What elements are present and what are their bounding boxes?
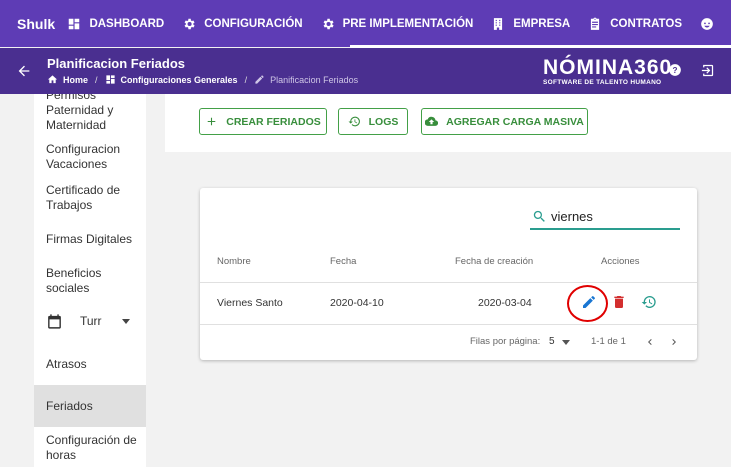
breadcrumb-current: Planificacion Feriados xyxy=(254,74,358,85)
chevron-right-icon[interactable] xyxy=(668,336,680,348)
nav-configuracion-label: CONFIGURACIÓN xyxy=(204,17,303,30)
logo-main-text: NÓMINA360 xyxy=(543,56,673,79)
search-box[interactable] xyxy=(530,204,680,230)
column-header-fecha[interactable]: Fecha xyxy=(330,256,356,267)
breadcrumb-current-label: Planificacion Feriados xyxy=(270,74,359,85)
logs-label: LOGS xyxy=(368,115,399,128)
sidebar-item-turnos-label: Turr xyxy=(80,314,102,328)
nav-pre-implementacion-label: PRE IMPLEMENTACIÓN xyxy=(342,17,474,30)
face-icon xyxy=(701,17,713,30)
breadcrumb: Home / Configuraciones Generales / Plani… xyxy=(47,74,358,85)
bulk-upload-label: AGREGAR CARGA MASIVA xyxy=(446,115,584,128)
chevron-down-icon[interactable] xyxy=(562,340,570,345)
create-feriados-button[interactable]: CREAR FERIADOS xyxy=(199,108,327,135)
nomina360-logo: NÓMINA360 SOFTWARE DE TALENTO HUMANO xyxy=(543,56,673,86)
breadcrumb-home[interactable]: Home xyxy=(47,74,88,85)
sidebar-item-firmas[interactable]: Firmas Digitales xyxy=(34,232,146,247)
sidebar-item-permisos[interactable]: Permisos Paternidad y Maternidad xyxy=(34,94,146,133)
highlight-circle-annotation xyxy=(567,285,608,322)
nav-pre-implementacion[interactable]: PRE IMPLEMENTACIÓN xyxy=(312,0,483,47)
sidebar: Permisos Paternidad y Maternidad Configu… xyxy=(34,94,146,467)
sidebar-item-certificado[interactable]: Certificado de Trabajos xyxy=(34,183,146,213)
app-title: Shulk - Camisas El xyxy=(17,15,58,32)
plus-icon xyxy=(207,117,216,126)
logs-button[interactable]: LOGS xyxy=(338,108,408,135)
breadcrumb-config[interactable]: Configuraciones Generales xyxy=(105,74,238,85)
create-feriados-label: CREAR FERIADOS xyxy=(226,115,321,128)
nav-dashboard[interactable]: DASHBOARD xyxy=(58,0,173,47)
history-icon[interactable] xyxy=(641,294,657,310)
sidebar-item-feriados[interactable]: Feriados xyxy=(34,385,146,427)
calendar-icon xyxy=(48,314,61,329)
dashboard-icon xyxy=(69,18,80,29)
breadcrumb-separator: / xyxy=(95,74,98,85)
nav-dashboard-label: DASHBOARD xyxy=(89,17,165,30)
nav-empresa[interactable]: EMPRESA xyxy=(482,0,579,47)
cell-fecha-creacion: 2020-03-04 xyxy=(478,297,532,309)
chevron-left-icon[interactable] xyxy=(644,336,656,348)
history-icon xyxy=(348,116,360,127)
building-icon xyxy=(494,17,503,30)
breadcrumb-separator: / xyxy=(244,74,248,85)
pagination-range: 1-1 de 1 xyxy=(591,336,626,347)
breadcrumb-home-label: Home xyxy=(63,74,89,85)
cloud-upload-icon xyxy=(425,116,439,126)
column-header-fecha-creacion[interactable]: Fecha de creación xyxy=(455,256,533,267)
nav-contratos[interactable]: CONTRATOS xyxy=(579,0,691,47)
home-icon xyxy=(47,75,58,84)
search-input[interactable] xyxy=(551,208,671,224)
nav-more[interactable] xyxy=(691,0,731,47)
nav-configuracion[interactable]: CONFIGURACIÓN xyxy=(173,0,311,47)
header-divider xyxy=(200,282,697,283)
pencil-icon xyxy=(255,75,264,84)
bulk-upload-button[interactable]: AGREGAR CARGA MASIVA xyxy=(421,108,588,135)
column-header-nombre[interactable]: Nombre xyxy=(217,256,251,267)
rows-per-page-select[interactable]: 5 xyxy=(549,336,555,347)
svg-text:?: ? xyxy=(673,66,678,75)
chevron-down-icon xyxy=(121,319,130,324)
back-arrow-icon[interactable] xyxy=(16,63,32,79)
logo-sub-text: SOFTWARE DE TALENTO HUMANO xyxy=(543,79,662,86)
nav-empresa-label: EMPRESA xyxy=(513,17,571,30)
top-navbar: Shulk - Camisas El DASHBOARD CONFIGURACI… xyxy=(0,0,731,47)
clipboard-icon xyxy=(591,17,600,30)
dashboard-icon xyxy=(105,75,115,84)
gear-icon xyxy=(184,18,195,29)
nav-contratos-label: CONTRATOS xyxy=(610,17,682,30)
delete-trash-icon[interactable] xyxy=(611,294,627,310)
rows-per-page-label: Filas por página: xyxy=(470,336,541,347)
help-icon[interactable]: ? xyxy=(668,63,682,77)
sidebar-item-horas[interactable]: Configuración de horas xyxy=(34,433,146,463)
cell-nombre: Viernes Santo xyxy=(217,297,283,309)
column-header-acciones: Acciones xyxy=(601,256,640,267)
logout-icon[interactable] xyxy=(700,63,715,78)
page-title: Planificacion Feriados xyxy=(47,56,185,71)
breadcrumb-config-label: Configuraciones Generales xyxy=(120,74,238,85)
cell-fecha: 2020-04-10 xyxy=(330,297,384,309)
sidebar-item-turnos[interactable]: Turr xyxy=(34,313,146,330)
sidebar-item-beneficios[interactable]: Beneficios sociales xyxy=(34,266,146,296)
feriados-table-card: Nombre Fecha Fecha de creación Acciones … xyxy=(200,188,697,360)
sidebar-item-atrasos[interactable]: Atrasos xyxy=(34,357,146,372)
gear-icon xyxy=(323,18,334,29)
sidebar-item-vacaciones[interactable]: Configuracion Vacaciones xyxy=(34,142,146,172)
search-icon xyxy=(533,210,545,222)
row-divider xyxy=(200,324,697,325)
